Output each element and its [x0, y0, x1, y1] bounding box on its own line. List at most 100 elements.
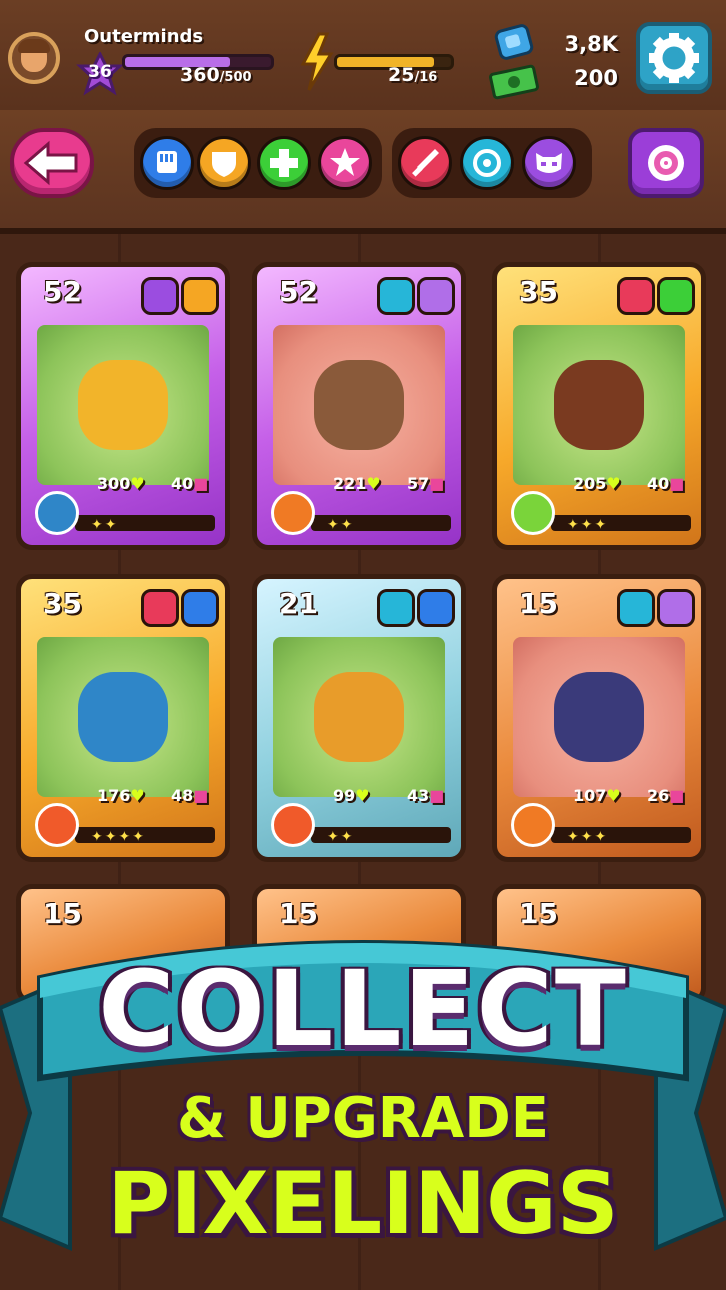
- card-artwork: [37, 325, 209, 485]
- rarity-stars: ✦✦✦✦: [91, 829, 146, 845]
- element-icon: [35, 491, 79, 535]
- card-attack: 40■: [171, 474, 208, 493]
- card-hp: 205♥: [573, 474, 621, 493]
- pixeling-creature: [78, 360, 168, 450]
- rarity-stars: ✦✦: [91, 517, 119, 533]
- card-hp: 176♥: [97, 786, 145, 805]
- class-badge-icon: [377, 277, 415, 315]
- pixeling-creature: [554, 360, 644, 450]
- pixeling-creature: [314, 672, 404, 762]
- promo-title-upgrade: & UPGRADE: [176, 1086, 549, 1151]
- class-badge-icon: [141, 589, 179, 627]
- pixeling-creature: [78, 672, 168, 762]
- heart-icon: ♥: [606, 786, 621, 805]
- card-artwork: [273, 637, 445, 797]
- pixeling-card[interactable]: 52 300♥ 40■ ✦✦: [16, 262, 230, 550]
- xp-current: 360: [180, 64, 220, 86]
- rarity-stars: ✦✦✦: [567, 517, 609, 533]
- card-attack: 26■: [647, 786, 684, 805]
- gem-icon[interactable]: [492, 22, 536, 62]
- player-name: Outerminds: [84, 26, 204, 47]
- card-hp: 300♥: [97, 474, 145, 493]
- pixeling-card[interactable]: 35 205♥ 40■ ✦✦✦: [492, 262, 706, 550]
- heart-icon: ♥: [355, 786, 370, 805]
- card-artwork: [273, 325, 445, 485]
- hp-value: 107: [573, 786, 607, 805]
- card-level: 52: [279, 275, 318, 308]
- promo-title-collect: COLLECT: [98, 948, 628, 1070]
- heart-icon: ♥: [366, 474, 381, 493]
- cash-count: 200: [574, 66, 618, 90]
- attack-value: 40: [647, 474, 670, 493]
- card-artwork: [513, 325, 685, 485]
- lightning-bolt-icon: [300, 32, 334, 91]
- back-arrow-icon: [23, 140, 78, 186]
- rarity-stars: ✦✦✦: [567, 829, 609, 845]
- special-filter-button[interactable]: [628, 128, 704, 198]
- role-badge-icon: [181, 589, 219, 627]
- hp-value: 205: [573, 474, 607, 493]
- filter-sword-button[interactable]: [398, 136, 452, 190]
- rarity-stars: ✦✦: [327, 829, 355, 845]
- xp-text: 360/500: [180, 64, 252, 86]
- filter-star-button[interactable]: [318, 136, 372, 190]
- player-avatar[interactable]: [8, 32, 60, 84]
- filter-mask-button[interactable]: [522, 136, 576, 190]
- card-hp: 107♥: [573, 786, 621, 805]
- star-icon: [330, 148, 360, 176]
- hp-value: 176: [97, 786, 131, 805]
- element-icon: [271, 491, 315, 535]
- filter-plus-button[interactable]: [257, 136, 311, 190]
- card-attack: 43■: [407, 786, 444, 805]
- filter-target-button[interactable]: [460, 136, 514, 190]
- settings-button[interactable]: [636, 22, 712, 94]
- card-level: 15: [519, 587, 558, 620]
- promo-title-pixelings: PIXELINGS: [107, 1154, 619, 1254]
- card-hp: 99♥: [333, 786, 370, 805]
- element-icon: [511, 491, 555, 535]
- fist-icon: ■: [669, 786, 685, 805]
- gear-icon: [649, 33, 699, 83]
- pixeling-card[interactable]: 15 107♥ 26■ ✦✦✦: [492, 574, 706, 862]
- class-badge-icon: [617, 589, 655, 627]
- shield-icon: [212, 152, 236, 177]
- player-level: 36: [88, 62, 112, 82]
- role-badge-icon: [417, 589, 455, 627]
- role-badge-icon: [657, 277, 695, 315]
- heart-icon: ♥: [130, 786, 145, 805]
- energy-max: /16: [414, 70, 438, 85]
- attack-value: 26: [647, 786, 670, 805]
- gem-count: 3,8K: [564, 32, 618, 56]
- attack-value: 57: [407, 474, 430, 493]
- pixeling-card[interactable]: 35 176♥ 48■ ✦✦✦✦: [16, 574, 230, 862]
- back-button[interactable]: [10, 128, 94, 198]
- class-badge-icon: [141, 277, 179, 315]
- pixeling-creature: [554, 672, 644, 762]
- fist-icon: ■: [429, 786, 445, 805]
- fist-icon: ■: [193, 786, 209, 805]
- attack-value: 43: [407, 786, 430, 805]
- hp-value: 221: [333, 474, 367, 493]
- sword-icon: [412, 149, 439, 177]
- role-badge-icon: [417, 277, 455, 315]
- filter-shield-button[interactable]: [197, 136, 251, 190]
- role-badge-icon: [181, 277, 219, 315]
- rarity-stars: ✦✦: [327, 517, 355, 533]
- card-attack: 40■: [647, 474, 684, 493]
- pixeling-card[interactable]: 21 99♥ 43■ ✦✦: [252, 574, 466, 862]
- card-level: 52: [43, 275, 82, 308]
- card-level: 35: [43, 587, 82, 620]
- card-artwork: [37, 637, 209, 797]
- mask-icon: [536, 153, 562, 173]
- attack-value: 48: [171, 786, 194, 805]
- filter-fist-button[interactable]: [140, 136, 194, 190]
- hp-value: 99: [333, 786, 356, 805]
- pixeling-card[interactable]: 52 221♥ 57■ ✦✦: [252, 262, 466, 550]
- class-badge-icon: [377, 589, 415, 627]
- fist-icon: ■: [429, 474, 445, 493]
- fist-icon: ■: [193, 474, 209, 493]
- heart-icon: ♥: [130, 474, 145, 493]
- pixeling-creature: [314, 360, 404, 450]
- element-icon: [271, 803, 315, 847]
- cash-icon[interactable]: [488, 62, 540, 102]
